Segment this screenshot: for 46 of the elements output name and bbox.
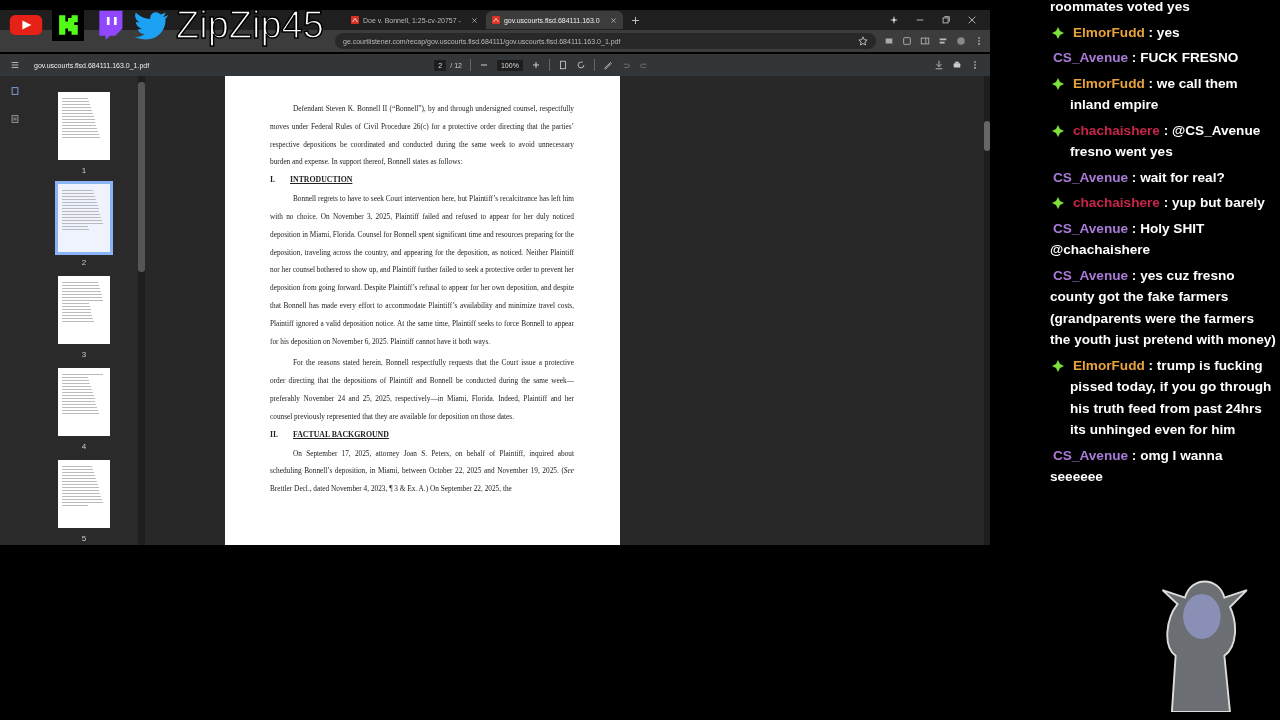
new-tab-icon[interactable] xyxy=(630,15,640,25)
page-thumbnail[interactable] xyxy=(55,457,113,531)
print-icon[interactable] xyxy=(952,60,962,70)
page-thumbnail[interactable] xyxy=(55,181,113,255)
restore-icon[interactable] xyxy=(941,15,951,25)
chat-message: roommates voted yes xyxy=(1050,0,1191,16)
star-icon[interactable] xyxy=(858,36,868,46)
draw-icon[interactable] xyxy=(602,60,613,70)
close-icon[interactable] xyxy=(609,16,617,24)
page-number: 4 xyxy=(81,442,87,451)
chat-message: ElmorFudd : we call them inland empire xyxy=(1070,74,1239,114)
chat-message: chachaishere : yup but barely xyxy=(1072,194,1266,212)
sparkle-icon[interactable] xyxy=(889,15,899,25)
scrollbar[interactable] xyxy=(138,76,145,545)
channel-name: ZipZip45 xyxy=(176,6,324,44)
sidebar-icon[interactable] xyxy=(920,36,930,46)
fit-page-icon[interactable] xyxy=(557,60,568,70)
pdf-icon xyxy=(491,16,500,24)
chat-message: CS_Avenue : FUCK FRESNO xyxy=(1052,49,1240,67)
zoom-in-icon[interactable] xyxy=(530,60,541,70)
chat-message: CS_Avenue : Holy SHIT @chachaishere xyxy=(1050,219,1206,259)
chat-message: ElmorFudd : yes xyxy=(1072,23,1181,42)
chat-message: CS_Avenue : wait for real? xyxy=(1052,168,1226,187)
page-number: 5 xyxy=(81,534,87,543)
page-thumbnail[interactable] xyxy=(55,365,113,439)
page-number: 1 xyxy=(81,166,87,175)
outline-icon[interactable] xyxy=(10,114,20,124)
profile-icon[interactable] xyxy=(956,36,966,46)
pdf-icon xyxy=(351,16,359,24)
menu-icon[interactable] xyxy=(10,60,20,70)
page-thumbnail[interactable] xyxy=(55,273,113,347)
bird-logo-icon xyxy=(134,9,170,41)
page-thumbnail[interactable] xyxy=(55,89,113,163)
close-icon[interactable] xyxy=(470,16,478,24)
rotate-icon[interactable] xyxy=(575,60,586,70)
chat-message: chachaishere : @CS_Avenue fresno went yes xyxy=(1070,121,1262,161)
close-icon[interactable] xyxy=(967,15,977,25)
chat-message: CS_Avenue : yes cuz fresno county got the fake farmers (grandparents were the farmers the youth just pretend with money) xyxy=(1050,266,1277,349)
chat-message: ElmorFudd : trump is fucking pissed today, if you go through his truth feed from past 24hrs its unhinged even for him xyxy=(1070,356,1273,439)
k-logo-icon xyxy=(50,9,86,41)
chat-message: CS_Avenue : omg I wanna seeeeee xyxy=(1050,446,1224,486)
thumbnails-icon[interactable] xyxy=(10,86,20,96)
download-icon[interactable] xyxy=(934,60,944,70)
scrollbar[interactable] xyxy=(984,76,990,545)
page-number: 2 xyxy=(81,258,87,267)
page-number: 3 xyxy=(81,350,87,359)
